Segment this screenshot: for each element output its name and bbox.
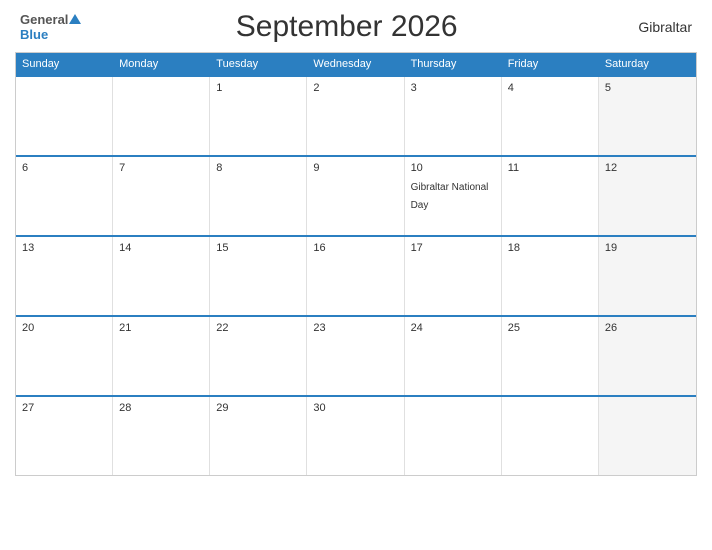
day-cell bbox=[16, 77, 113, 155]
logo-triangle-icon bbox=[69, 14, 81, 24]
day-cell: 16 bbox=[307, 237, 404, 315]
day-number: 30 bbox=[313, 402, 397, 414]
day-cell bbox=[405, 397, 502, 475]
day-number: 4 bbox=[508, 82, 592, 94]
day-cell: 9 bbox=[307, 157, 404, 235]
day-number: 2 bbox=[313, 82, 397, 94]
day-header-thursday: Thursday bbox=[405, 53, 502, 75]
country-label: Gibraltar bbox=[612, 19, 692, 35]
day-cell: 10 Gibraltar National Day bbox=[405, 157, 502, 235]
day-cell: 20 bbox=[16, 317, 113, 395]
day-cell: 11 bbox=[502, 157, 599, 235]
calendar-title: September 2026 bbox=[81, 10, 612, 44]
day-number: 21 bbox=[119, 322, 203, 334]
week-row-4: 20 21 22 23 24 25 26 bbox=[16, 315, 696, 395]
day-number: 11 bbox=[508, 162, 592, 174]
day-cell: 15 bbox=[210, 237, 307, 315]
day-cell: 23 bbox=[307, 317, 404, 395]
calendar-grid: SundayMondayTuesdayWednesdayThursdayFrid… bbox=[15, 52, 697, 476]
day-cell: 21 bbox=[113, 317, 210, 395]
day-cell bbox=[113, 77, 210, 155]
day-cell: 26 bbox=[599, 317, 696, 395]
day-cell bbox=[502, 397, 599, 475]
day-number: 25 bbox=[508, 322, 592, 334]
day-number: 19 bbox=[605, 242, 690, 254]
week-row-1: 1 2 3 4 5 bbox=[16, 75, 696, 155]
day-number: 18 bbox=[508, 242, 592, 254]
day-number: 28 bbox=[119, 402, 203, 414]
day-number: 24 bbox=[411, 322, 495, 334]
day-cell: 2 bbox=[307, 77, 404, 155]
day-number: 5 bbox=[605, 82, 690, 94]
logo-general-text: General bbox=[20, 12, 68, 27]
day-number: 1 bbox=[216, 82, 300, 94]
day-number: 10 bbox=[411, 162, 495, 174]
day-cell: 3 bbox=[405, 77, 502, 155]
day-cell: 18 bbox=[502, 237, 599, 315]
day-number: 13 bbox=[22, 242, 106, 254]
day-cell: 4 bbox=[502, 77, 599, 155]
day-number: 7 bbox=[119, 162, 203, 174]
day-cell: 7 bbox=[113, 157, 210, 235]
day-cell: 6 bbox=[16, 157, 113, 235]
day-cell: 14 bbox=[113, 237, 210, 315]
week-row-3: 13 14 15 16 17 18 19 bbox=[16, 235, 696, 315]
day-header-wednesday: Wednesday bbox=[307, 53, 404, 75]
day-cell: 29 bbox=[210, 397, 307, 475]
day-cell: 13 bbox=[16, 237, 113, 315]
week-row-2: 6 7 8 9 10 Gibraltar National Day 11 12 bbox=[16, 155, 696, 235]
day-header-friday: Friday bbox=[502, 53, 599, 75]
day-number: 8 bbox=[216, 162, 300, 174]
day-number: 9 bbox=[313, 162, 397, 174]
day-number: 12 bbox=[605, 162, 690, 174]
day-cell: 25 bbox=[502, 317, 599, 395]
day-number: 26 bbox=[605, 322, 690, 334]
calendar-header: General Blue September 2026 Gibraltar bbox=[15, 10, 697, 44]
day-headers-row: SundayMondayTuesdayWednesdayThursdayFrid… bbox=[16, 53, 696, 75]
day-cell bbox=[599, 397, 696, 475]
day-cell: 8 bbox=[210, 157, 307, 235]
day-number: 29 bbox=[216, 402, 300, 414]
day-number: 14 bbox=[119, 242, 203, 254]
logo: General Blue bbox=[20, 12, 81, 42]
day-number: 17 bbox=[411, 242, 495, 254]
day-number: 23 bbox=[313, 322, 397, 334]
day-cell: 27 bbox=[16, 397, 113, 475]
day-number: 27 bbox=[22, 402, 106, 414]
logo-blue-text: Blue bbox=[20, 27, 48, 42]
day-number: 22 bbox=[216, 322, 300, 334]
day-cell: 28 bbox=[113, 397, 210, 475]
day-cell: 12 bbox=[599, 157, 696, 235]
day-number: 6 bbox=[22, 162, 106, 174]
day-header-saturday: Saturday bbox=[599, 53, 696, 75]
event-label: Gibraltar National Day bbox=[411, 182, 489, 211]
day-cell: 19 bbox=[599, 237, 696, 315]
weeks-container: 12345678910Gibraltar National Day1112131… bbox=[16, 75, 696, 475]
day-cell: 30 bbox=[307, 397, 404, 475]
calendar-container: General Blue September 2026 Gibraltar Su… bbox=[0, 0, 712, 550]
week-row-5: 27 28 29 30 bbox=[16, 395, 696, 475]
day-cell: 22 bbox=[210, 317, 307, 395]
day-cell: 24 bbox=[405, 317, 502, 395]
day-number: 15 bbox=[216, 242, 300, 254]
day-header-sunday: Sunday bbox=[16, 53, 113, 75]
day-number: 20 bbox=[22, 322, 106, 334]
day-number: 3 bbox=[411, 82, 495, 94]
day-header-monday: Monday bbox=[113, 53, 210, 75]
day-header-tuesday: Tuesday bbox=[210, 53, 307, 75]
day-cell: 17 bbox=[405, 237, 502, 315]
day-cell: 1 bbox=[210, 77, 307, 155]
day-number: 16 bbox=[313, 242, 397, 254]
day-cell: 5 bbox=[599, 77, 696, 155]
